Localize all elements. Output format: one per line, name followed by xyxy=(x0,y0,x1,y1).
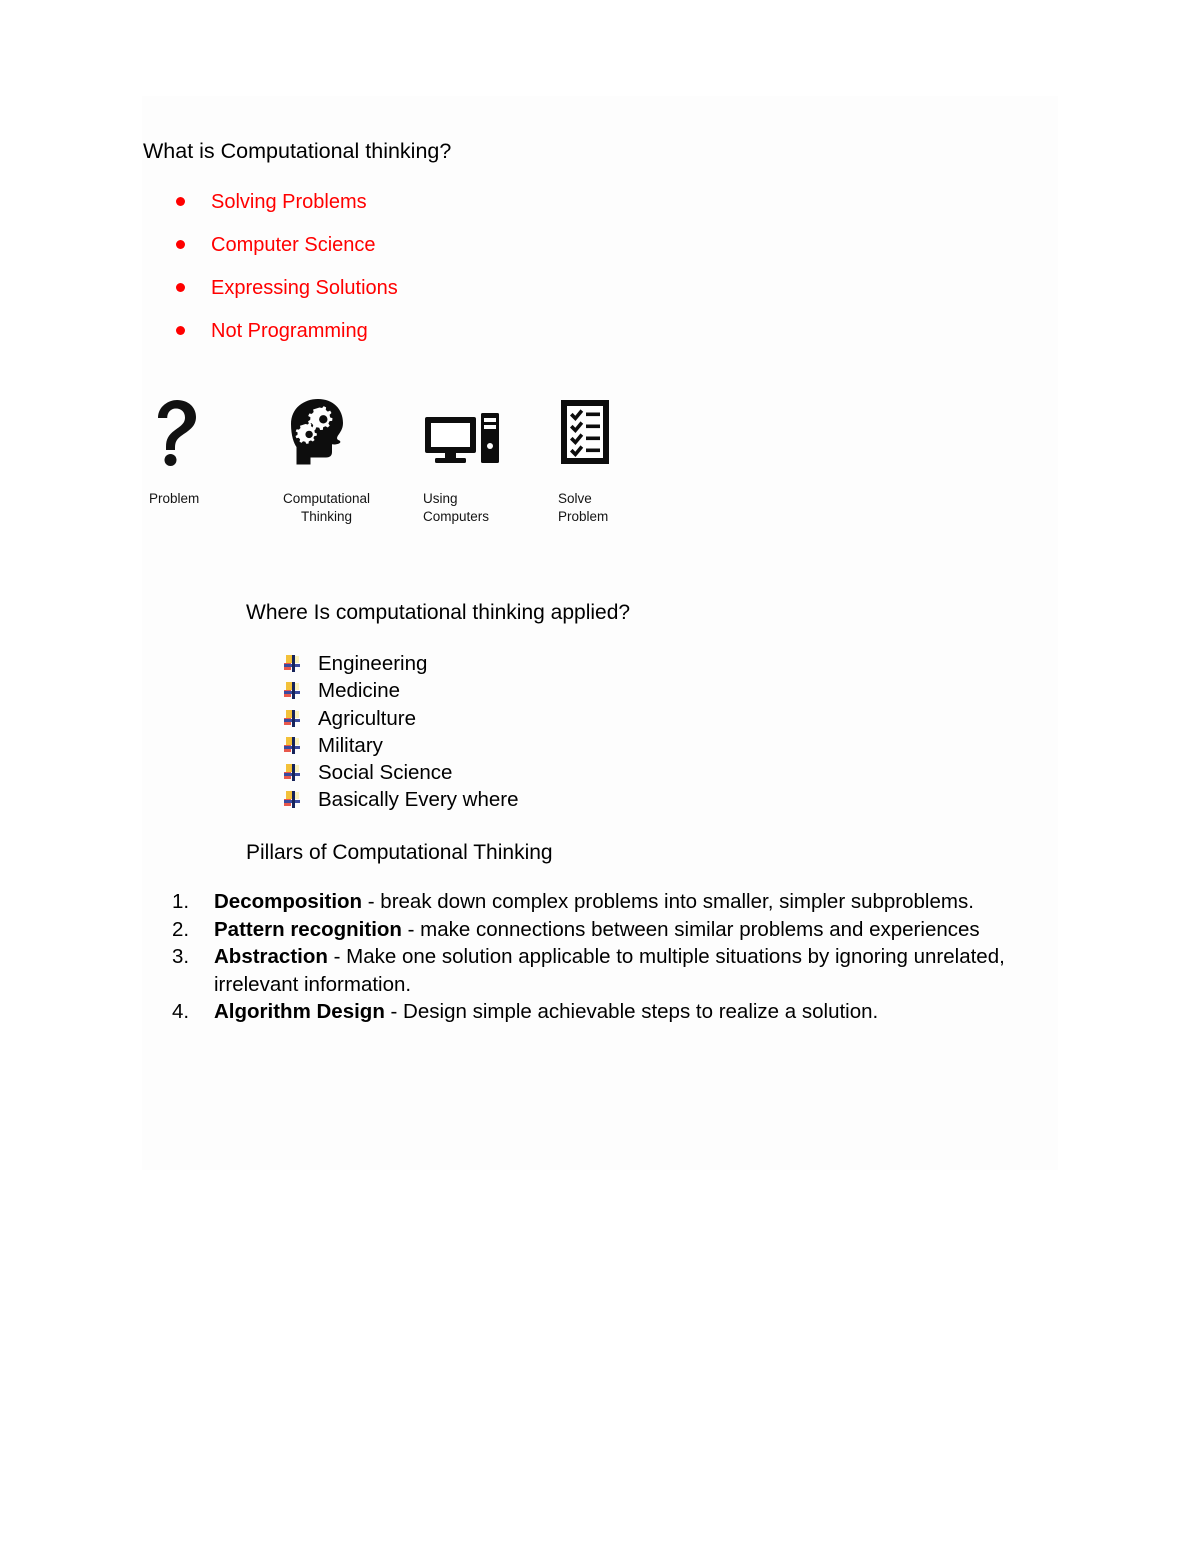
list-item: Computer Science xyxy=(143,235,398,278)
list-item-label: Medicine xyxy=(318,679,401,703)
list-item: Agriculture xyxy=(246,705,519,732)
list-item-label: Basically Every where xyxy=(318,788,519,812)
list-item-number: 2. xyxy=(172,917,190,941)
dart-bullet-icon xyxy=(284,682,300,700)
list-item-description: - break down complex problems into small… xyxy=(362,890,974,913)
dart-bullet-icon xyxy=(284,791,300,809)
list-item-description: - Design simple achievable steps to real… xyxy=(384,1000,879,1023)
list-item-label: Engineering xyxy=(318,652,428,675)
list-item-label: Expressing Solutions xyxy=(211,277,398,299)
list-item-label: Not Programming xyxy=(211,320,368,342)
list-item: 2. Pattern recognition - make connection… xyxy=(172,916,1032,944)
list-item: Solving Problems xyxy=(143,192,398,235)
list-item-label: Agriculture xyxy=(318,706,416,730)
dart-bullet-icon xyxy=(284,736,300,754)
list-item-label: Military xyxy=(318,733,383,757)
list-item-number: 1. xyxy=(172,890,190,913)
process-step-caption: Solve Problem xyxy=(558,491,609,524)
list-item: Not Programming xyxy=(143,321,398,364)
head-with-gears-icon xyxy=(283,398,370,466)
list-item: Social Science xyxy=(246,759,519,786)
page-title: What is Computational thinking? xyxy=(143,139,452,163)
list-item-term: Algorithm Design xyxy=(214,1000,385,1023)
list-item-term: Abstraction xyxy=(214,945,328,968)
list-item: Expressing Solutions xyxy=(143,278,398,321)
process-step-using-computers: Using Computers xyxy=(423,398,501,525)
process-icon-strip: Problem Computational Thinking Using Com… xyxy=(143,398,703,533)
list-item: Military xyxy=(246,732,519,759)
list-item-term: Decomposition xyxy=(214,890,363,913)
list-item-term: Pattern recognition xyxy=(214,917,402,941)
process-step-caption: Problem xyxy=(149,491,200,506)
list-item-description: - Make one solution applicable to multip… xyxy=(214,945,1005,996)
bullet-dot-icon xyxy=(176,197,185,206)
applied-domain-list: Engineering Medicine Agriculture Militar… xyxy=(246,650,519,814)
process-step-caption: Using Computers xyxy=(423,491,490,524)
list-item: Basically Every where xyxy=(246,786,519,813)
dart-bullet-icon xyxy=(284,764,300,782)
list-item-description: - make connections between similar probl… xyxy=(401,917,980,941)
applied-heading: Where Is computational thinking applied? xyxy=(246,601,631,624)
list-item: Engineering xyxy=(246,650,519,677)
list-item-number: 4. xyxy=(172,1000,190,1023)
process-step-problem: Problem xyxy=(149,398,201,508)
question-mark-icon xyxy=(149,398,201,466)
process-step-computational-thinking: Computational Thinking xyxy=(283,398,370,525)
list-item-label: Computer Science xyxy=(211,234,376,256)
list-item-label: Social Science xyxy=(318,761,453,785)
list-item: Medicine xyxy=(246,677,519,704)
list-item: 1. Decomposition - break down complex pr… xyxy=(172,888,1032,916)
desktop-computer-icon xyxy=(423,398,501,466)
bullet-dot-icon xyxy=(176,283,185,292)
dart-bullet-icon xyxy=(284,655,300,672)
list-item-number: 3. xyxy=(172,945,190,968)
list-item-label: Solving Problems xyxy=(211,191,367,213)
pillars-heading: Pillars of Computational Thinking xyxy=(246,841,553,864)
list-item: 4. Algorithm Design - Design simple achi… xyxy=(172,998,1032,1026)
process-step-solve-problem: Solve Problem xyxy=(558,398,612,525)
pillars-numbered-list: 1. Decomposition - break down complex pr… xyxy=(172,888,1032,1026)
dart-bullet-icon xyxy=(284,709,300,727)
intro-bullet-list: Solving Problems Computer Science Expres… xyxy=(143,192,398,364)
bullet-dot-icon xyxy=(176,240,185,249)
bullet-dot-icon xyxy=(176,326,185,335)
list-item: 3. Abstraction - Make one solution appli… xyxy=(172,943,1032,998)
process-step-caption: Computational Thinking xyxy=(283,491,371,524)
checklist-clipboard-icon xyxy=(558,398,612,466)
